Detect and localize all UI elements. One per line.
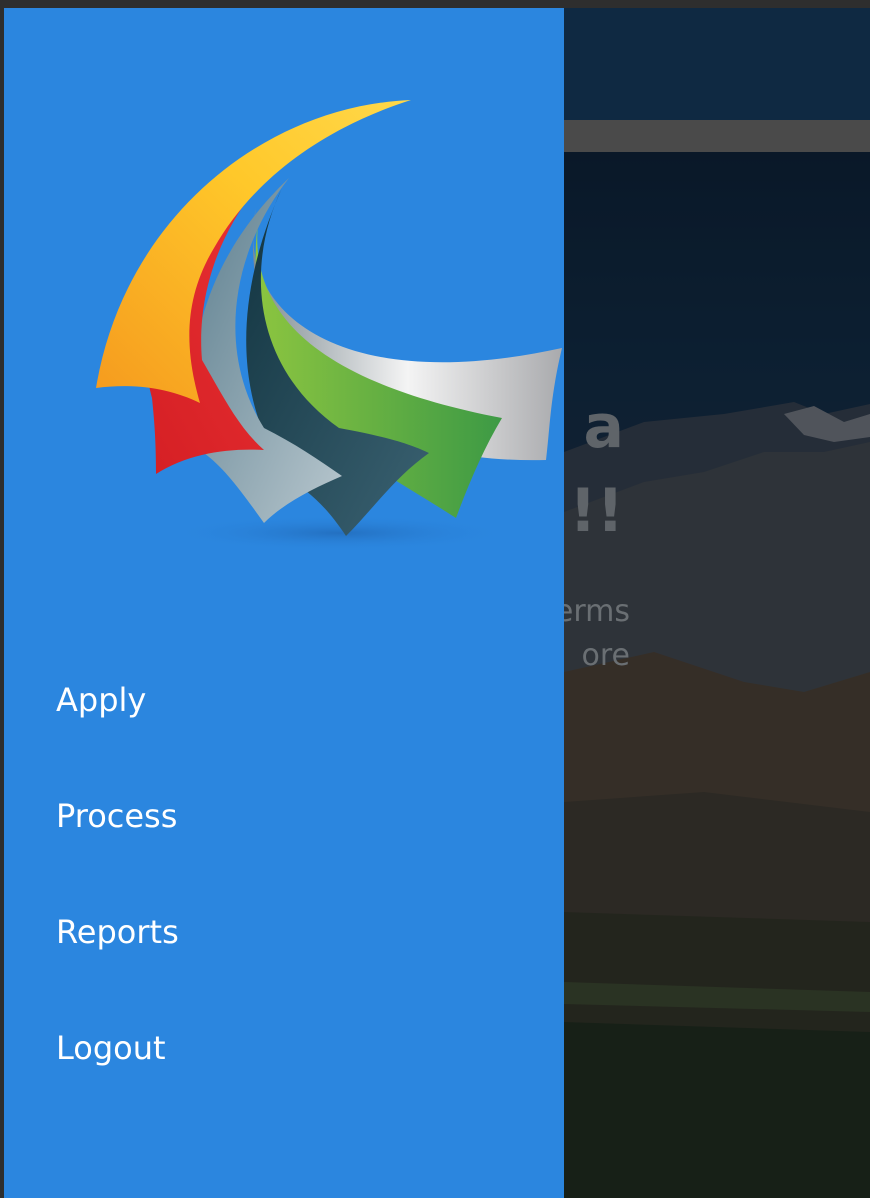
navigation-drawer: Apply Process Reports Logout [4, 8, 564, 1198]
drawer-menu: Apply Process Reports Logout [56, 668, 179, 1132]
menu-item-process[interactable]: Process [56, 784, 179, 900]
menu-item-logout[interactable]: Logout [56, 1016, 179, 1132]
menu-item-apply[interactable]: Apply [56, 668, 179, 784]
app-logo-icon [96, 100, 563, 551]
menu-item-reports[interactable]: Reports [56, 900, 179, 1016]
window-frame-top [0, 0, 870, 8]
